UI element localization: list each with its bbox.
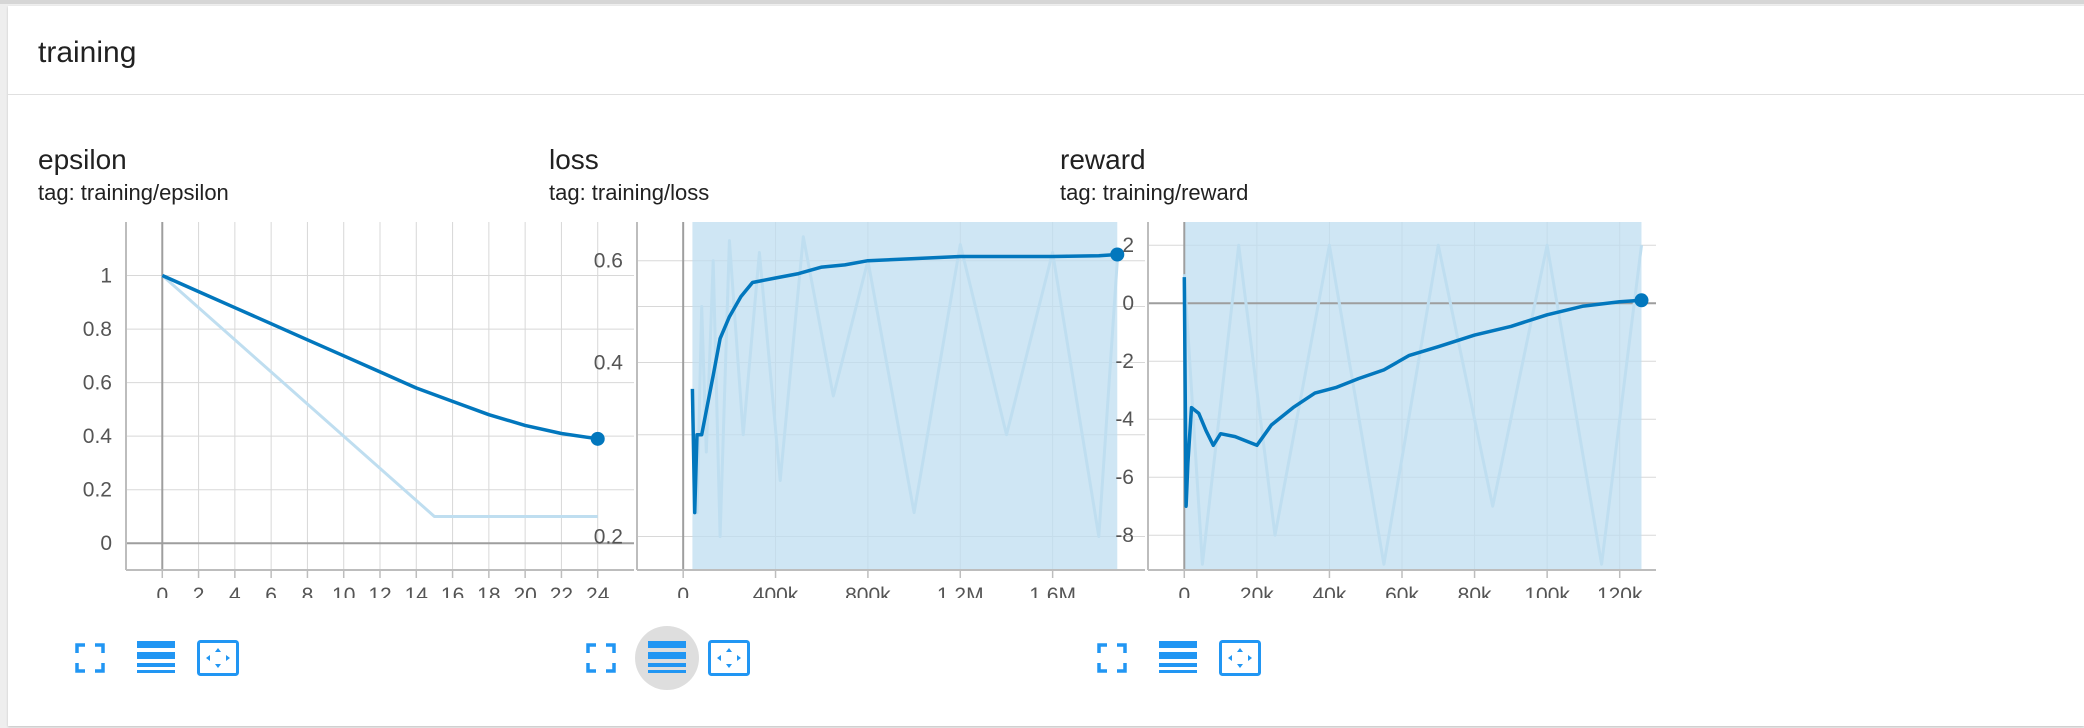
fullscreen-icon (586, 643, 616, 673)
chart-tag: tag: training/epsilon (38, 180, 229, 205)
tag-group-header[interactable]: training (8, 6, 2084, 95)
x-tick-label: 2 (193, 584, 205, 598)
tag-group-card: training epsilon tag: training/epsilon 0… (8, 6, 2084, 726)
y-tick-label: -6 (1115, 466, 1134, 489)
fit-domain-button[interactable] (707, 636, 751, 680)
group-title: training (38, 36, 137, 69)
x-tick-label: 0 (1178, 584, 1190, 598)
x-tick-label: 8 (302, 584, 314, 598)
y-tick-label: -4 (1115, 408, 1134, 431)
lines-icon (137, 641, 175, 673)
x-tick-label: 0 (677, 584, 689, 598)
fit-domain-button[interactable] (1218, 636, 1262, 680)
x-tick-label: 18 (477, 584, 500, 598)
chart-card-reward: reward tag: training/reward 0 20k 40k 60k 80… (1060, 136, 1740, 706)
chart-title: epsilon (38, 144, 127, 175)
fullscreen-button[interactable] (68, 636, 112, 680)
y-tick-label: 0.8 (83, 318, 112, 341)
fullscreen-button[interactable] (579, 636, 623, 680)
x-tick-label: 80k (1458, 584, 1492, 598)
x-tick-label: 20k (1240, 584, 1274, 598)
y-tick-label: 0.4 (594, 351, 624, 374)
fullscreen-icon (1097, 643, 1127, 673)
x-tick-label: 800k (845, 584, 891, 598)
fit-domain-button[interactable] (196, 636, 240, 680)
chart-tag: tag: training/loss (549, 180, 710, 205)
lines-icon (1159, 641, 1197, 673)
y-tick-label: 0.6 (594, 250, 623, 273)
x-tick-label: 0 (156, 584, 168, 598)
x-tick-label: 12 (368, 584, 391, 598)
toggle-log-scale-button[interactable] (635, 626, 699, 690)
y-tick-label: 2 (1122, 234, 1134, 257)
last-point-marker (1634, 293, 1649, 308)
x-tick-label: 120k (1597, 584, 1643, 598)
x-tick-label: 6 (265, 584, 277, 598)
y-tick-label: 0.2 (83, 479, 112, 502)
x-tick-label: 1.2M (937, 584, 984, 598)
lines-icon (648, 641, 686, 673)
y-tick-label: 0.6 (83, 372, 112, 395)
chart-tag: tag: training/reward (1060, 180, 1249, 205)
y-tick-label: 0.2 (594, 525, 623, 548)
toggle-log-scale-button[interactable] (1156, 636, 1200, 680)
fullscreen-button[interactable] (1090, 636, 1134, 680)
reward-plot[interactable]: 0 20k 40k 60k 80k 100k 120k -8 -6 -4 -2 0 2 (1060, 218, 1750, 598)
toggle-log-scale-button[interactable] (134, 636, 178, 680)
y-tick-label: 0 (100, 532, 112, 555)
x-tick-label: 14 (405, 584, 429, 598)
y-tick-label: 0.4 (83, 425, 113, 448)
top-divider (0, 0, 2084, 4)
fit-domain-icon (708, 640, 750, 676)
fit-domain-icon (197, 640, 239, 676)
x-tick-label: 4 (229, 584, 241, 598)
y-tick-label: -8 (1115, 524, 1134, 547)
x-tick-label: 10 (332, 584, 355, 598)
x-tick-label: 60k (1385, 584, 1419, 598)
chart-title: loss (549, 144, 599, 175)
x-tick-label: 100k (1524, 584, 1570, 598)
x-tick-label: 16 (441, 584, 464, 598)
x-tick-label: 40k (1312, 584, 1346, 598)
y-tick-label: 0 (1122, 292, 1134, 315)
x-tick-label: 400k (753, 584, 799, 598)
x-tick-label: 20 (513, 584, 536, 598)
fit-domain-icon (1219, 640, 1261, 676)
y-tick-label: 1 (100, 265, 112, 288)
y-tick-label: -2 (1115, 350, 1134, 373)
chart-title: reward (1060, 144, 1146, 175)
fullscreen-icon (75, 643, 105, 673)
